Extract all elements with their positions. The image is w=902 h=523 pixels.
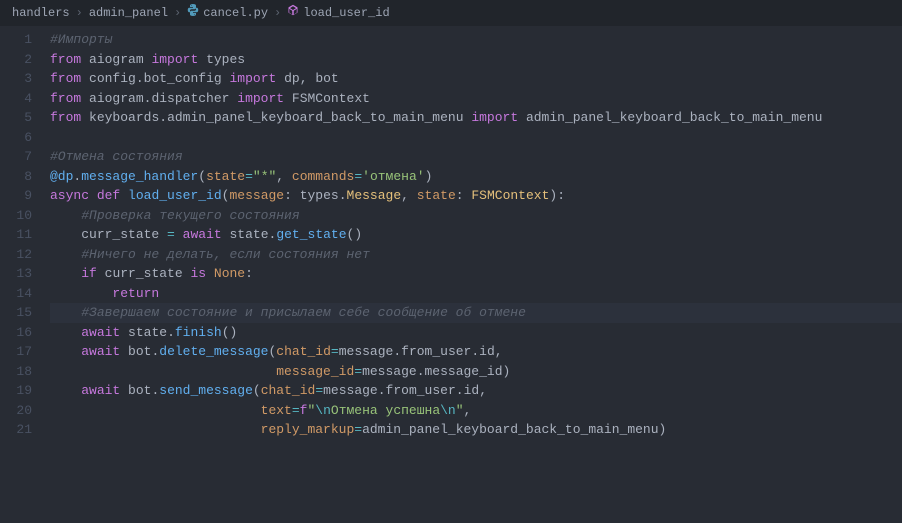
code-line[interactable]: curr_state = await state.get_state()	[50, 225, 902, 245]
line-number: 3	[0, 69, 50, 89]
breadcrumb[interactable]: handlers › admin_panel › cancel.py › loa…	[0, 0, 902, 26]
line-number: 4	[0, 89, 50, 109]
code-line[interactable]: #Отмена состояния	[50, 147, 902, 167]
line-number: 15	[0, 303, 50, 323]
line-number: 7	[0, 147, 50, 167]
chevron-right-icon: ›	[76, 4, 83, 22]
code-line[interactable]: from aiogram.dispatcher import FSMContex…	[50, 89, 902, 109]
line-number: 8	[0, 167, 50, 187]
breadcrumb-file[interactable]: cancel.py	[187, 4, 268, 22]
function-symbol-icon	[287, 4, 299, 22]
code-line[interactable]: from keyboards.admin_panel_keyboard_back…	[50, 108, 902, 128]
code-line[interactable]: message_id=message.message_id)	[50, 362, 902, 382]
line-number: 12	[0, 245, 50, 265]
code-line[interactable]: #Завершаем состояние и присылаем себе со…	[50, 303, 902, 323]
line-number: 16	[0, 323, 50, 343]
breadcrumb-symbol[interactable]: load_user_id	[287, 4, 389, 22]
code-line[interactable]: reply_markup=admin_panel_keyboard_back_t…	[50, 420, 902, 440]
line-number: 5	[0, 108, 50, 128]
breadcrumb-subfolder[interactable]: admin_panel	[89, 4, 168, 22]
line-number-gutter: 123456789101112131415161718192021	[0, 26, 50, 523]
breadcrumb-symbol-label: load_user_id	[303, 4, 389, 22]
code-line[interactable]: #Импорты	[50, 30, 902, 50]
python-file-icon	[187, 4, 199, 22]
line-number: 13	[0, 264, 50, 284]
line-number: 2	[0, 50, 50, 70]
chevron-right-icon: ›	[174, 4, 181, 22]
line-number: 10	[0, 206, 50, 226]
line-number: 19	[0, 381, 50, 401]
code-line[interactable]: await bot.send_message(chat_id=message.f…	[50, 381, 902, 401]
line-number: 21	[0, 420, 50, 440]
code-line[interactable]: await bot.delete_message(chat_id=message…	[50, 342, 902, 362]
code-line[interactable]: await state.finish()	[50, 323, 902, 343]
line-number: 1	[0, 30, 50, 50]
breadcrumb-folder-label: handlers	[12, 4, 70, 22]
code-line[interactable]: return	[50, 284, 902, 304]
code-line[interactable]: from aiogram import types	[50, 50, 902, 70]
line-number: 14	[0, 284, 50, 304]
line-number: 17	[0, 342, 50, 362]
code-line[interactable]: if curr_state is None:	[50, 264, 902, 284]
breadcrumb-file-label: cancel.py	[203, 4, 268, 22]
code-editor[interactable]: 123456789101112131415161718192021 #Импор…	[0, 26, 902, 523]
breadcrumb-subfolder-label: admin_panel	[89, 4, 168, 22]
line-number: 11	[0, 225, 50, 245]
line-number: 18	[0, 362, 50, 382]
code-line[interactable]: @dp.message_handler(state="*", commands=…	[50, 167, 902, 187]
code-line[interactable]	[50, 128, 902, 148]
code-content[interactable]: #Импортыfrom aiogram import typesfrom co…	[50, 26, 902, 523]
code-line[interactable]: from config.bot_config import dp, bot	[50, 69, 902, 89]
line-number: 6	[0, 128, 50, 148]
code-line[interactable]: async def load_user_id(message: types.Me…	[50, 186, 902, 206]
code-line[interactable]: #Проверка текущего состояния	[50, 206, 902, 226]
chevron-right-icon: ›	[274, 4, 281, 22]
code-line[interactable]: text=f"\nОтмена успешна\n",	[50, 401, 902, 421]
line-number: 9	[0, 186, 50, 206]
code-line[interactable]: #Ничего не делать, если состояния нет	[50, 245, 902, 265]
breadcrumb-folder[interactable]: handlers	[12, 4, 70, 22]
line-number: 20	[0, 401, 50, 421]
